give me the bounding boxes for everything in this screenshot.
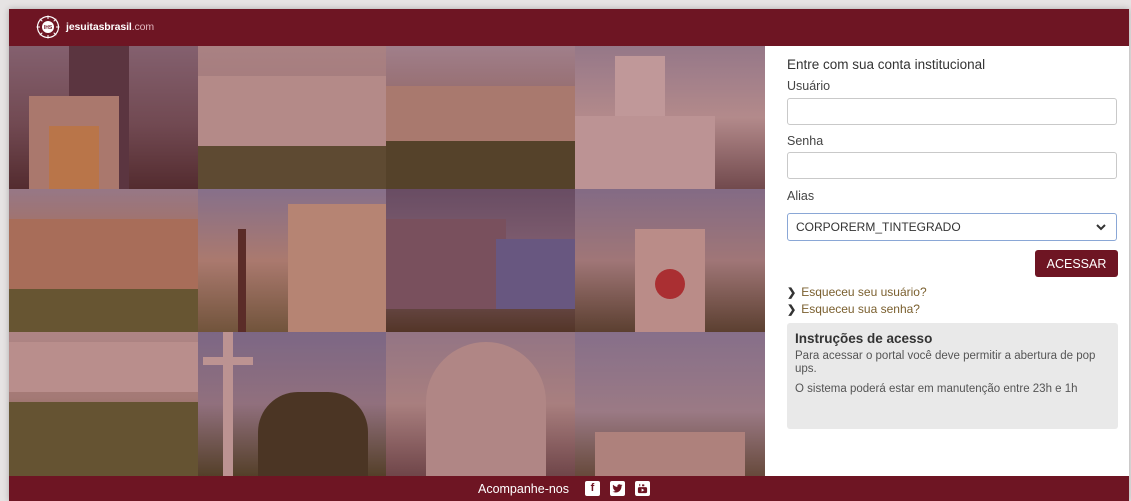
footer-bar: Acompanhe-nos f <box>9 476 1129 501</box>
username-input[interactable] <box>787 98 1117 125</box>
campus-photo <box>9 332 198 476</box>
instructions-popups-text: Para acessar o portal você deve permitir… <box>795 350 1096 375</box>
chevron-right-icon: ❯ <box>787 286 797 299</box>
twitter-icon[interactable] <box>610 481 626 496</box>
campus-photo <box>386 46 575 189</box>
youtube-icon[interactable] <box>635 481 651 496</box>
campus-photo <box>386 332 575 476</box>
alias-label: Alias <box>787 189 815 203</box>
campus-photo <box>198 332 386 476</box>
forgot-password-text: Esqueceu sua senha? <box>801 302 920 316</box>
facebook-icon[interactable]: f <box>585 481 601 496</box>
logo-text: jesuitasbrasil.com <box>66 21 155 33</box>
instructions-title: Instruções de acesso <box>795 331 933 346</box>
campus-photo <box>9 189 198 332</box>
password-label: Senha <box>787 134 824 148</box>
campus-photo <box>575 332 765 476</box>
svg-text:IHS: IHS <box>44 25 53 31</box>
forgot-username-text: Esqueceu seu usuário? <box>801 285 927 299</box>
campus-photo-mosaic <box>9 46 765 476</box>
campus-photo <box>575 189 765 332</box>
forgot-username-link[interactable]: ❯ Esqueceu seu usuário? <box>787 285 927 299</box>
instructions-maintenance-text: O sistema poderá estar em manutenção ent… <box>795 383 1078 395</box>
browser-page: IHS jesuitasbrasil.com Entre com sua con… <box>9 9 1129 501</box>
site-logo[interactable]: IHS jesuitasbrasil.com <box>36 15 154 39</box>
jesuit-seal-icon: IHS <box>36 15 60 39</box>
campus-photo <box>575 46 765 189</box>
login-submit-button[interactable]: ACESSAR <box>1035 250 1118 277</box>
chevron-right-icon: ❯ <box>787 303 797 316</box>
follow-us-label: Acompanhe-nos <box>477 481 570 496</box>
chevron-down-icon <box>1096 224 1106 231</box>
login-title: Entre com sua conta institucional <box>787 57 986 72</box>
alias-selected-value: CORPORERM_TINTEGRADO <box>796 220 961 234</box>
password-input[interactable] <box>787 152 1117 179</box>
campus-photo <box>198 46 386 189</box>
forgot-password-link[interactable]: ❯ Esqueceu sua senha? <box>787 302 920 316</box>
access-instructions-box: Instruções de acesso Para acessar o port… <box>787 323 1118 429</box>
campus-photo <box>198 189 386 332</box>
alias-select[interactable]: CORPORERM_TINTEGRADO <box>787 213 1117 241</box>
top-bar: IHS jesuitasbrasil.com <box>9 9 1129 46</box>
campus-photo <box>9 46 198 189</box>
campus-photo <box>386 189 575 332</box>
username-label: Usuário <box>787 79 831 93</box>
login-panel: Entre com sua conta institucional Usuári… <box>765 46 1129 476</box>
